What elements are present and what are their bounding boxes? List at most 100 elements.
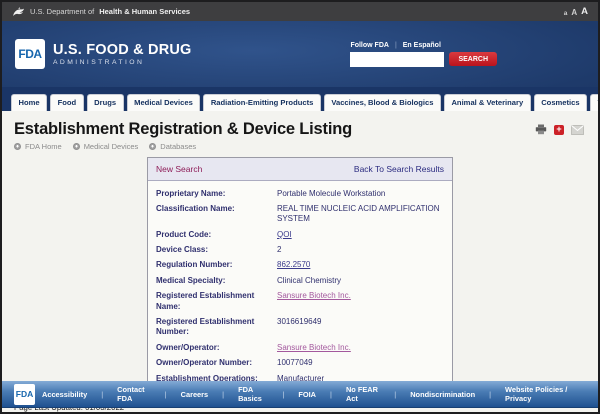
- search-button[interactable]: SEARCH: [449, 52, 497, 66]
- footer-link-label: Careers: [181, 390, 209, 399]
- breadcrumb: FDA Home Medical Devices Databases: [14, 142, 586, 151]
- field-label: Owner/Operator:: [156, 343, 277, 353]
- footer-bar: FDA Accessibility|Contact FDA| Careers | FD…: [2, 381, 598, 408]
- field-value-cell: Portable Molecule Workstation: [277, 189, 444, 199]
- field-value-cell: Sansure Biotech Inc.: [277, 343, 444, 353]
- breadcrumb-item[interactable]: FDA Home: [14, 142, 62, 151]
- field-value[interactable]: 862.2570: [277, 260, 310, 269]
- field-value-cell: Clinical Chemistry: [277, 276, 444, 286]
- field-label: Registered Establishment Name:: [156, 291, 277, 312]
- page-head: Establishment Registration & Device List…: [2, 111, 598, 153]
- breadcrumb-bullet-icon: [14, 143, 21, 150]
- footer-link-separator: |: [489, 390, 491, 399]
- footer-link[interactable]: Website Policies / Privacy|: [498, 385, 586, 403]
- field-label: Proprietary Name:: [156, 189, 277, 199]
- field-label: Registered Establishment Number:: [156, 317, 277, 338]
- header-tools: Follow FDA | En Español SEARCH: [350, 42, 497, 67]
- table-row: Classification Name: REAL TIME NUCLEIC A…: [156, 201, 444, 227]
- search-row: SEARCH: [350, 52, 497, 67]
- nav-tab[interactable]: Cosmetics: [534, 94, 587, 112]
- font-size-small-button[interactable]: a: [564, 10, 568, 17]
- email-icon[interactable]: [571, 125, 584, 135]
- field-value[interactable]: QOI: [277, 230, 292, 239]
- field-value[interactable]: Sansure Biotech Inc.: [277, 291, 351, 300]
- nav-tab[interactable]: Tobacco Products: [590, 94, 600, 112]
- hhs-dept-name: Health & Human Services: [99, 7, 190, 16]
- field-label: Classification Name:: [156, 204, 277, 225]
- font-size-medium-button[interactable]: A: [571, 8, 577, 17]
- table-row: Proprietary Name: Portable Molecule Work…: [156, 186, 444, 201]
- breadcrumb-label: Databases: [160, 142, 196, 151]
- field-value: Clinical Chemistry: [277, 276, 341, 285]
- main-nav-bar: HomeFoodDrugsMedical DevicesRadiation-Em…: [2, 87, 598, 111]
- table-row: Regulation Number: 862.2570: [156, 258, 444, 273]
- breadcrumb-item[interactable]: Databases: [149, 142, 196, 151]
- footer-link-label: No FEAR Act: [346, 385, 380, 403]
- nav-tab[interactable]: Drugs: [87, 94, 124, 112]
- back-to-results-link[interactable]: Back To Search Results: [354, 164, 444, 174]
- table-row: Registered Establishment Number: 3016619…: [156, 315, 444, 341]
- search-input[interactable]: [350, 52, 444, 67]
- footer-fda-logo[interactable]: FDA: [14, 384, 35, 405]
- footer-link-separator: |: [101, 390, 103, 399]
- share-icon[interactable]: +: [554, 125, 564, 135]
- hhs-dept-link[interactable]: U.S. Department of Health & Human Servic…: [12, 6, 564, 18]
- table-row: Device Class: 2: [156, 243, 444, 258]
- nav-tab[interactable]: Food: [50, 94, 84, 112]
- footer-links: Accessibility|Contact FDA| Careers | FDA Ba…: [35, 385, 586, 403]
- field-value-cell: 10077049: [277, 358, 444, 368]
- field-label: Owner/Operator Number:: [156, 358, 277, 368]
- table-row: Owner/Operator Number: 10077049: [156, 356, 444, 371]
- brand-line2: ADMINISTRATION: [53, 59, 192, 66]
- nav-tab[interactable]: Medical Devices: [127, 94, 201, 112]
- nav-tab[interactable]: Vaccines, Blood & Biologics: [324, 94, 441, 112]
- results-toolbar: New Search Back To Search Results: [148, 158, 452, 181]
- field-value-cell: 2: [277, 245, 444, 255]
- field-value[interactable]: Sansure Biotech Inc.: [277, 343, 351, 352]
- page-action-icons: +: [535, 124, 584, 135]
- hhs-eagle-icon: [12, 6, 25, 18]
- breadcrumb-item[interactable]: Medical Devices: [73, 142, 139, 151]
- print-icon[interactable]: [535, 124, 547, 135]
- field-label: Product Code:: [156, 230, 277, 240]
- font-size-large-button[interactable]: A: [581, 6, 588, 17]
- fda-logo: FDA: [15, 39, 45, 69]
- footer-link-label: Nondiscrimination: [410, 390, 475, 399]
- footer-link[interactable]: Accessibility|: [35, 390, 110, 399]
- nav-tab[interactable]: Home: [11, 94, 47, 112]
- table-row: Registered Establishment Name: Sansure B…: [156, 289, 444, 315]
- field-label: Regulation Number:: [156, 260, 277, 270]
- field-value-cell: 3016619649: [277, 317, 444, 338]
- font-size-controls: a A A: [564, 6, 588, 17]
- footer-link[interactable]: Careers |: [174, 390, 231, 399]
- device-detail-table: Proprietary Name: Portable Molecule Work…: [148, 181, 452, 393]
- footer-link-separator: |: [222, 390, 224, 399]
- header-link-separator: |: [395, 42, 397, 49]
- footer-link[interactable]: FOIA|: [291, 390, 339, 399]
- field-value-cell: REAL TIME NUCLEIC ACID AMPLIFICATION SYS…: [277, 204, 444, 225]
- footer-link[interactable]: FDA Basics|: [231, 385, 291, 403]
- footer-link-separator: |: [394, 390, 396, 399]
- footer-link-separator: |: [165, 390, 167, 399]
- fda-brand-link[interactable]: FDA U.S. FOOD & DRUG ADMINISTRATION: [15, 39, 192, 69]
- new-search-link[interactable]: New Search: [156, 164, 202, 174]
- breadcrumb-label: FDA Home: [25, 142, 62, 151]
- breadcrumb-label: Medical Devices: [84, 142, 139, 151]
- follow-fda-link[interactable]: Follow FDA: [350, 42, 389, 49]
- table-row: Product Code: QOI: [156, 227, 444, 242]
- table-row: Medical Specialty: Clinical Chemistry: [156, 273, 444, 288]
- nav-tab[interactable]: Radiation-Emitting Products: [203, 94, 321, 112]
- en-espanol-link[interactable]: En Español: [403, 42, 441, 49]
- table-row: Owner/Operator: Sansure Biotech Inc.: [156, 340, 444, 355]
- header-links-row: Follow FDA | En Español: [350, 42, 440, 49]
- footer-link[interactable]: Contact FDA|: [110, 385, 174, 403]
- field-value: 3016619649: [277, 317, 322, 326]
- footer-link[interactable]: Nondiscrimination |: [403, 390, 498, 399]
- field-label: Device Class:: [156, 245, 277, 255]
- field-value-cell: 862.2570: [277, 260, 444, 270]
- footer-link[interactable]: No FEAR Act |: [339, 385, 403, 403]
- breadcrumb-bullet-icon: [73, 143, 80, 150]
- fda-header: FDA U.S. FOOD & DRUG ADMINISTRATION Foll…: [2, 21, 598, 87]
- field-value: 10077049: [277, 358, 313, 367]
- nav-tab[interactable]: Animal & Veterinary: [444, 94, 531, 112]
